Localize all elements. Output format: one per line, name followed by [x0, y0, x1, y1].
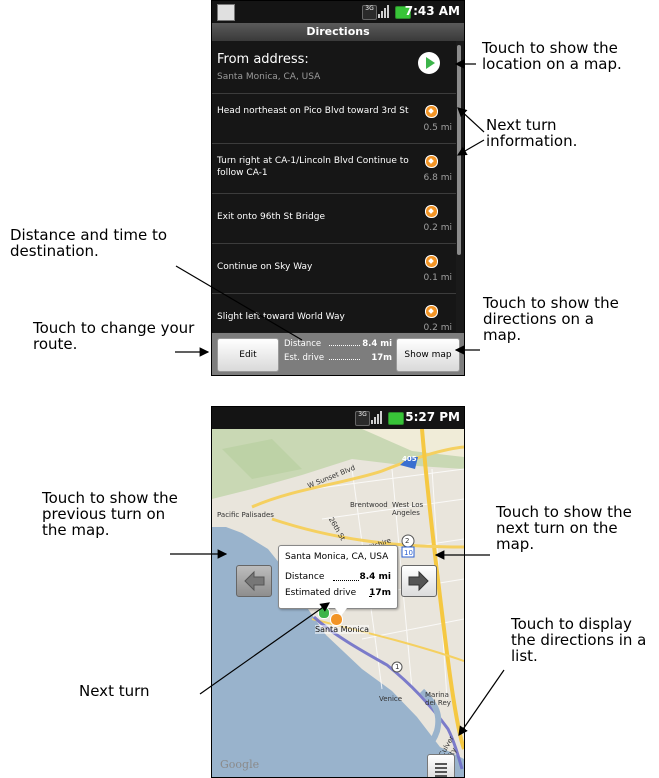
callout-arrows [170, 59, 505, 736]
